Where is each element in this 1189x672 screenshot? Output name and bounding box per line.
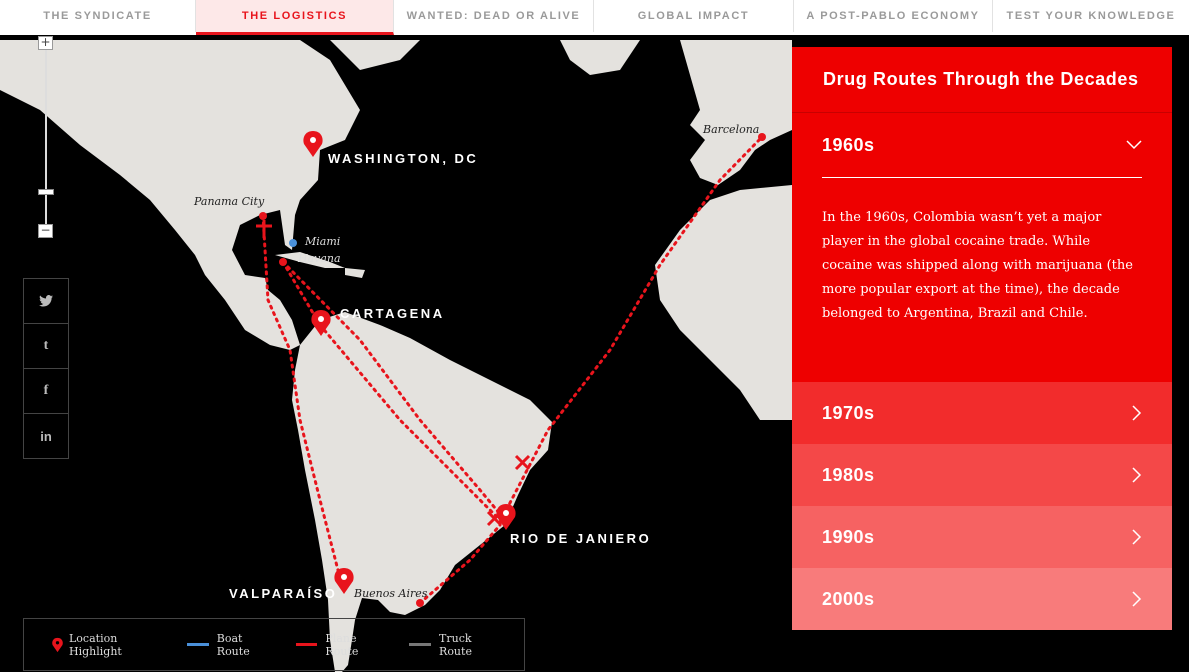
social-share-bar: t f in [23,278,69,459]
label-barcelona: Barcelona [703,123,760,136]
miami-dot [289,239,297,247]
boat-route-swatch [186,643,209,646]
legend-boat: Boat Route [186,631,274,658]
decades-panel: Drug Routes Through the Decades 1960s In… [792,47,1172,630]
label-miami: Miami [305,235,341,248]
legend-location: Location Highlight [52,632,165,658]
legend-location-label: Location Highlight [69,631,122,658]
map-legend: Location Highlight Boat Route Plane Rout… [23,618,525,671]
decade-1980s[interactable]: 1980s [792,444,1172,506]
location-pin-icon [52,637,63,652]
decade-1970s[interactable]: 1970s [792,382,1172,444]
top-nav: THE SYNDICATE THE LOGISTICS WANTED: DEAD… [0,0,1189,35]
decade-label: 2000s [822,588,875,609]
chevron-down-icon [1126,140,1142,150]
label-havana: Havana [298,252,341,265]
tab-the-logistics[interactable]: THE LOGISTICS [196,0,394,35]
facebook-glyph: f [43,383,49,398]
zoom-slider-handle[interactable] [38,189,54,195]
legend-truck: Truck Route [409,632,502,658]
tab-the-syndicate[interactable]: THE SYNDICATE [0,0,196,32]
truck-route-swatch [409,643,432,646]
chevron-right-icon [1132,405,1142,421]
zoom-in-button[interactable]: + [38,36,53,50]
buenos-aires-dot [416,599,424,607]
legend-boat-label: Boat Route [216,631,250,658]
tab-global-impact[interactable]: GLOBAL IMPACT [594,0,794,32]
panel-title: Drug Routes Through the Decades [823,69,1139,89]
decade-1960s-expanded: 1960s In the 1960s, Colombia wasn’t yet … [792,113,1172,382]
label-panama-city: Panama City [194,195,265,208]
tab-test-your-knowledge[interactable]: TEST YOUR KNOWLEDGE [993,0,1189,32]
legend-truck-label: Truck Route [439,631,472,658]
decade-label: 1980s [822,464,875,485]
plane-icon [256,220,272,238]
decade-label: 1960s [822,134,875,155]
highlight-washington: WASHINGTON, DC [328,151,479,166]
tumblr-icon[interactable]: t [23,323,69,369]
chevron-right-icon [1132,591,1142,607]
facebook-icon[interactable]: f [23,368,69,414]
linkedin-icon[interactable]: in [23,413,69,459]
decade-description: In the 1960s, Colombia wasn’t yet a majo… [822,210,1133,321]
highlight-cartagena: CARTAGENA [340,306,445,321]
highlight-valparaiso: VALPARAÍSO [229,586,338,601]
tumblr-glyph: t [43,338,49,353]
tab-wanted-dead-or-alive[interactable]: WANTED: DEAD OR ALIVE [394,0,594,32]
landmasses [0,40,792,672]
decade-2000s[interactable]: 2000s [792,568,1172,630]
tab-post-pablo-economy[interactable]: A POST-PABLO ECONOMY [794,0,993,32]
zoom-track[interactable] [45,42,47,232]
highlight-rio: RIO DE JANIERO [510,531,652,546]
zoom-out-button[interactable]: − [38,224,53,238]
panel-header: Drug Routes Through the Decades [792,47,1172,113]
linkedin-glyph: in [40,428,52,444]
chevron-right-icon [1132,529,1142,545]
plane-route-swatch [295,643,318,646]
legend-plane-label: Plane Route [325,631,359,658]
legend-plane: Plane Route [295,631,388,658]
decade-1960s-toggle[interactable]: 1960s [822,113,1142,178]
label-buenos-aires: Buenos Aires [354,587,428,600]
twitter-icon[interactable] [23,278,69,324]
chevron-right-icon [1132,467,1142,483]
decade-label: 1970s [822,402,875,423]
decade-label: 1990s [822,526,875,547]
panama-city-dot [259,212,267,220]
havana-dot [279,258,287,266]
decade-1990s[interactable]: 1990s [792,506,1172,568]
